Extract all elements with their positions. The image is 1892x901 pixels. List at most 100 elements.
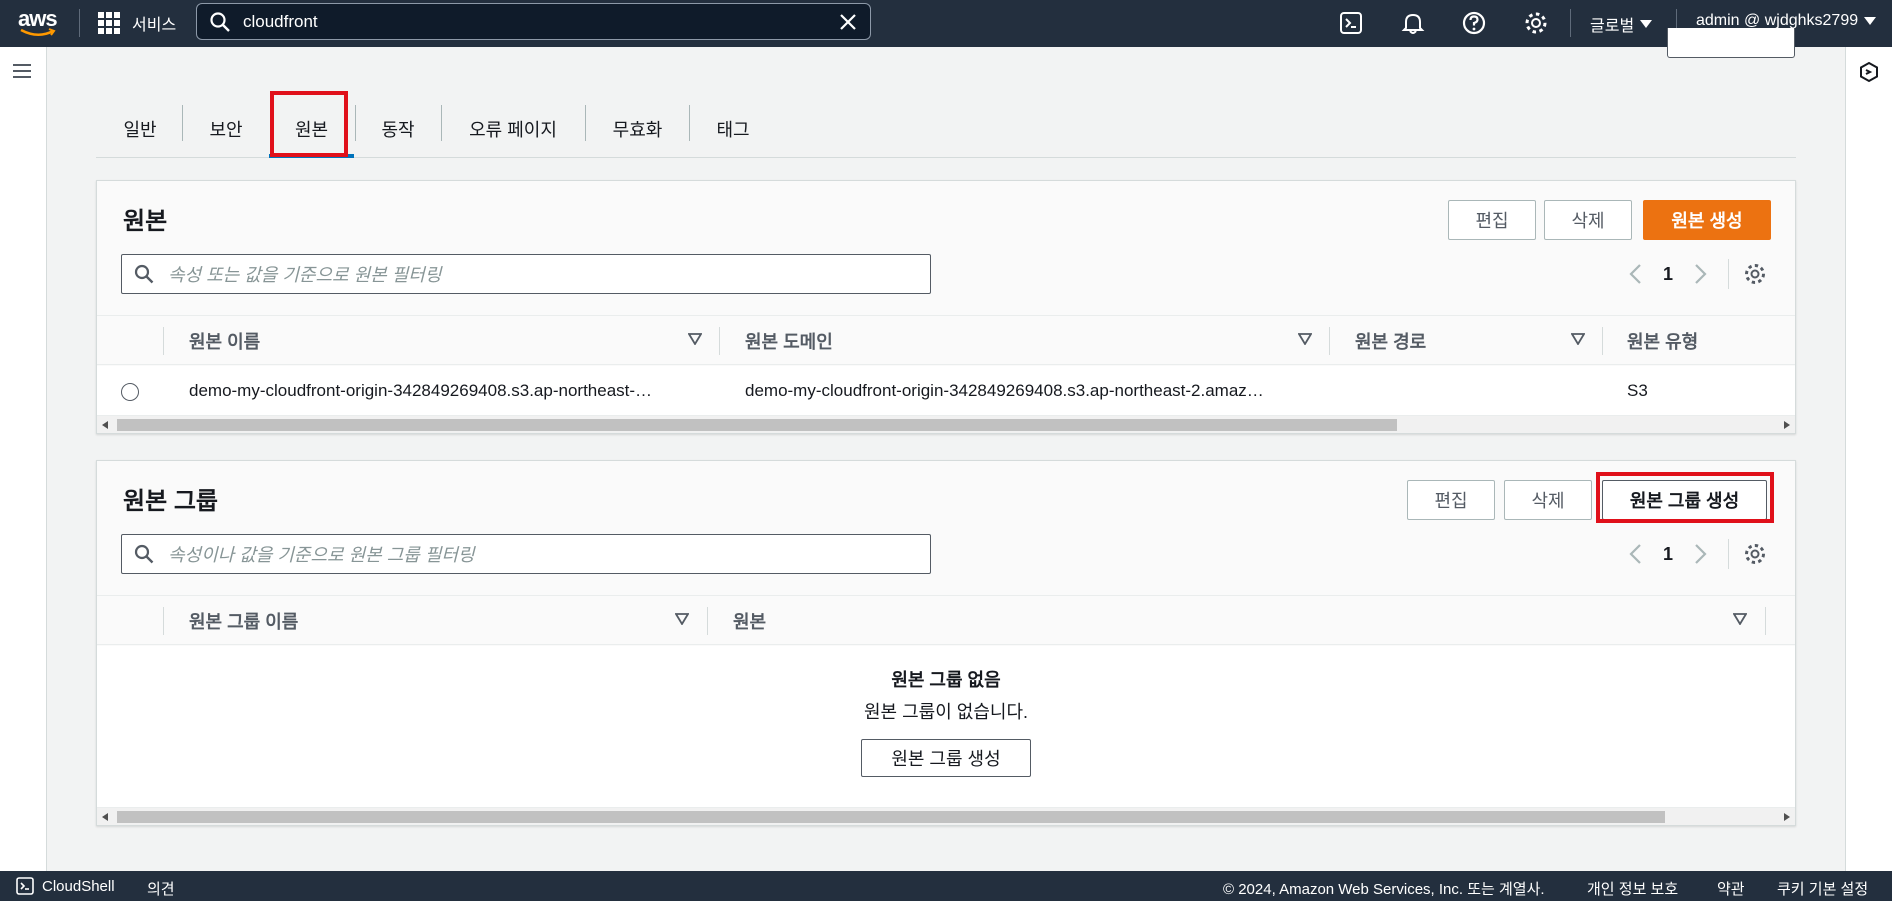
cloudshell-link[interactable]: CloudShell — [42, 878, 115, 895]
nav-divider — [1570, 9, 1571, 37]
close-icon[interactable] — [838, 12, 858, 32]
header-button-cutoff[interactable] — [1667, 28, 1795, 58]
global-search-input[interactable]: cloudfront — [196, 3, 871, 40]
tab-origins[interactable]: 원본 — [269, 100, 354, 158]
column-divider — [1602, 327, 1603, 355]
origin-domain-cell: demo-my-cloudfront-origin-342849269408.s… — [745, 381, 1264, 400]
terms-link[interactable]: 약관 — [1717, 878, 1745, 899]
pager-divider — [1728, 259, 1729, 289]
column-divider — [719, 327, 720, 355]
chevron-right-icon[interactable] — [1691, 263, 1709, 285]
origins-filter-placeholder: 속성 또는 값을 기준으로 원본 필터링 — [168, 265, 442, 285]
origins-table-body: demo-my-cloudfront-origin-342849269408.s… — [97, 366, 1795, 416]
column-origin-domain[interactable]: 원본 도메인 — [745, 316, 833, 366]
aws-logo[interactable]: aws — [18, 6, 60, 40]
origins-edit-button[interactable]: 편집 — [1448, 200, 1536, 240]
origins-table-header: 원본 이름 원본 도메인 원본 경로 원본 유형 — [97, 315, 1795, 365]
origins-page-number[interactable]: 1 — [1663, 264, 1673, 285]
cloudshell-icon[interactable] — [1338, 10, 1364, 36]
groups-page-number[interactable]: 1 — [1663, 544, 1673, 565]
column-origin-group-name[interactable]: 원본 그룹 이름 — [189, 596, 298, 646]
empty-state-title: 원본 그룹 없음 — [891, 670, 1001, 690]
tab-behaviors[interactable]: 동작 — [356, 100, 440, 158]
scroll-left-icon[interactable] — [102, 421, 108, 429]
groups-pagination: 1 — [1627, 543, 1709, 565]
sort-icon[interactable] — [688, 333, 702, 345]
groups-delete-button[interactable]: 삭제 — [1504, 480, 1592, 520]
groups-horizontal-scrollbar[interactable] — [97, 807, 1795, 825]
scrollbar-thumb[interactable] — [117, 811, 1665, 823]
gear-icon[interactable] — [1523, 10, 1549, 36]
nav-divider — [79, 9, 80, 37]
footer: CloudShell 의견 © 2024, Amazon Web Service… — [0, 871, 1892, 901]
column-divider — [707, 607, 708, 635]
tab-error-pages[interactable]: 오류 페이지 — [442, 100, 584, 158]
column-origin-name[interactable]: 원본 이름 — [189, 316, 260, 366]
origins-panel: 원본 편집 삭제 원본 생성 속성 또는 값을 기준으로 원본 필터링 1 원본… — [96, 180, 1796, 434]
scroll-right-icon[interactable] — [1784, 813, 1790, 821]
groups-table-body: 원본 그룹 없음 원본 그룹이 없습니다. 원본 그룹 생성 — [97, 646, 1795, 807]
origins-panel-title: 원본 — [123, 208, 168, 235]
scroll-right-icon[interactable] — [1784, 421, 1790, 429]
cloudshell-icon[interactable] — [16, 877, 34, 895]
column-divider — [1329, 327, 1330, 355]
gear-icon[interactable] — [1743, 542, 1767, 566]
pager-divider — [1728, 539, 1729, 569]
empty-create-origin-group-button[interactable]: 원본 그룹 생성 — [861, 739, 1031, 777]
create-origin-button[interactable]: 원본 생성 — [1643, 200, 1771, 240]
top-navigation: aws 서비스 cloudfront 글로벌 admin @ wjdghks27… — [0, 0, 1892, 47]
grid-icon — [98, 12, 120, 34]
chevron-left-icon[interactable] — [1627, 263, 1645, 285]
scroll-left-icon[interactable] — [102, 813, 108, 821]
origin-type-cell: S3 — [1627, 381, 1648, 400]
row-select-radio[interactable] — [121, 383, 139, 401]
groups-filter-input[interactable]: 속성이나 값을 기준으로 원본 그룹 필터링 — [121, 534, 931, 574]
sort-icon[interactable] — [675, 613, 689, 625]
column-origins[interactable]: 원본 — [733, 596, 766, 646]
groups-edit-button[interactable]: 편집 — [1407, 480, 1495, 520]
search-icon — [210, 11, 230, 32]
column-divider — [1765, 607, 1766, 635]
chevron-right-icon[interactable] — [1691, 543, 1709, 565]
caret-down-icon — [1864, 17, 1877, 25]
region-label: 글로벌 — [1590, 18, 1635, 35]
help-icon[interactable] — [1461, 10, 1487, 36]
search-value: cloudfront — [243, 11, 318, 31]
origins-pagination: 1 — [1627, 263, 1709, 285]
tab-security[interactable]: 보안 — [183, 100, 269, 158]
origins-delete-button[interactable]: 삭제 — [1544, 200, 1632, 240]
origin-groups-panel-title: 원본 그룹 — [123, 488, 218, 515]
chevron-left-icon[interactable] — [1627, 543, 1645, 565]
feedback-link[interactable]: 의견 — [147, 878, 175, 899]
services-menu[interactable]: 서비스 — [98, 11, 176, 35]
origin-groups-panel: 원본 그룹 편집 삭제 원본 그룹 생성 속성이나 값을 기준으로 원본 그룹 … — [96, 460, 1796, 826]
right-rail — [1845, 47, 1892, 871]
tab-invalidations[interactable]: 무효화 — [586, 100, 689, 158]
menu-icon[interactable] — [12, 63, 32, 79]
groups-filter-placeholder: 속성이나 값을 기준으로 원본 그룹 필터링 — [168, 545, 475, 565]
origins-horizontal-scrollbar[interactable] — [97, 415, 1795, 433]
gear-icon[interactable] — [1743, 262, 1767, 286]
panel-icon[interactable] — [1858, 61, 1880, 83]
tab-tags[interactable]: 태그 — [690, 100, 776, 158]
search-icon — [134, 264, 154, 284]
cookie-preferences-link[interactable]: 쿠키 기본 설정 — [1777, 878, 1868, 899]
region-selector[interactable]: 글로벌 — [1590, 12, 1653, 36]
bell-icon[interactable] — [1400, 10, 1426, 36]
privacy-link[interactable]: 개인 정보 보호 — [1587, 878, 1678, 899]
copyright-text: © 2024, Amazon Web Services, Inc. 또는 계열사… — [1223, 881, 1545, 898]
empty-state-subtitle: 원본 그룹이 없습니다. — [863, 702, 1029, 722]
left-rail — [0, 47, 47, 871]
caret-down-icon — [1640, 20, 1653, 28]
column-origin-path[interactable]: 원본 경로 — [1355, 316, 1426, 366]
create-origin-group-button[interactable]: 원본 그룹 생성 — [1602, 480, 1767, 520]
sort-icon[interactable] — [1571, 333, 1585, 345]
origins-filter-input[interactable]: 속성 또는 값을 기준으로 원본 필터링 — [121, 254, 931, 294]
sort-icon[interactable] — [1733, 613, 1747, 625]
tab-general[interactable]: 일반 — [96, 100, 184, 158]
scrollbar-thumb[interactable] — [117, 419, 1397, 431]
services-label: 서비스 — [132, 17, 177, 34]
column-origin-type[interactable]: 원본 유형 — [1627, 316, 1698, 366]
sort-icon[interactable] — [1298, 333, 1312, 345]
aws-smile-icon — [20, 28, 56, 36]
